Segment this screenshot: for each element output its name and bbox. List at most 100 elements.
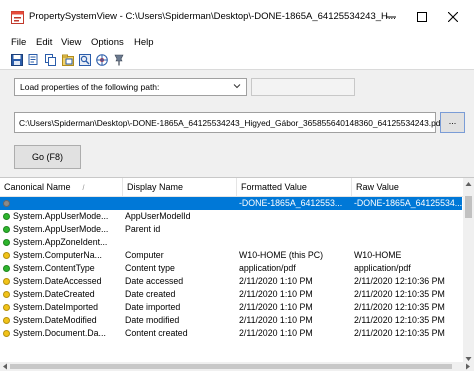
canonical-name-cell: System.ComputerNa... [13,250,102,260]
maximize-button[interactable] [406,5,438,29]
status-yellow-icon [3,304,10,311]
scroll-right-icon[interactable] [465,363,471,370]
display-name-cell: Content type [125,263,175,273]
raw-value-cell: 2/11/2020 12:10:35 PM [354,302,445,312]
title-bar[interactable]: PropertySystemView - C:\Users\Spiderman\… [0,0,474,34]
pin-icon[interactable] [113,54,125,66]
raw-value-cell: application/pdf [354,263,411,273]
properties-list[interactable]: Canonical Name / Display Name Formatted V… [0,177,474,371]
web-icon[interactable] [96,54,108,66]
column-header-label: Display Name [127,182,184,192]
table-row[interactable]: System.AppZoneIdent... [0,236,462,249]
column-header-label: Canonical Name [4,182,71,192]
formatted-value-cell: 2/11/2020 1:10 PM [239,328,313,338]
raw-value-cell: -DONE-1865A_64125534... [354,198,462,208]
formatted-value-cell [239,210,352,223]
menu-view[interactable]: View [61,37,81,48]
path-input-value: C:\Users\Spiderman\Desktop\-DONE-1865A_6… [19,118,443,128]
column-header-raw-value[interactable]: Raw Value [352,178,463,196]
formatted-value-cell: W10-HOME (this PC) [239,250,324,260]
table-row[interactable]: System.DateImported Date imported 2/11/202… [0,301,462,314]
save-icon[interactable] [11,54,23,66]
properties-icon[interactable] [62,54,74,66]
display-name-cell: AppUserModelId [125,211,191,221]
menu-options[interactable]: Options [91,37,124,48]
display-name-cell: Date modified [125,315,180,325]
canonical-name-cell: System.DateCreated [13,289,95,299]
table-row[interactable]: System.Document.Da... Content created 2/11… [0,327,462,340]
canonical-name-cell: System.DateImported [13,302,99,312]
status-yellow-icon [3,317,10,324]
menu-help[interactable]: Help [134,37,154,48]
status-yellow-icon [3,278,10,285]
table-row[interactable]: System.DateCreated Date created 2/11/2020 … [0,288,462,301]
minimize-button[interactable] [375,5,407,29]
menu-edit[interactable]: Edit [36,37,52,48]
horizontal-scrollbar[interactable] [0,362,474,371]
path-input[interactable]: C:\Users\Spiderman\Desktop\-DONE-1865A_6… [14,112,443,133]
column-header-display-name[interactable]: Display Name [123,178,237,196]
raw-value-cell [354,210,462,223]
list-header: Canonical Name / Display Name Formatted V… [0,178,474,197]
display-name-cell: Date imported [125,302,181,312]
formatted-value-cell: 2/11/2020 1:10 PM [239,302,313,312]
column-header-formatted-value[interactable]: Formatted Value [237,178,352,196]
copy-icon[interactable] [28,54,40,66]
display-name-cell: Computer [125,250,164,260]
table-row[interactable]: System.ComputerNa... Computer W10-HOME (th… [0,249,462,262]
close-button[interactable] [437,5,469,29]
status-green-icon [3,226,10,233]
table-row[interactable]: System.ContentType Content type applicatio… [0,262,462,275]
vertical-scrollbar[interactable] [463,178,474,371]
status-yellow-icon [3,330,10,337]
display-name-cell: Parent id [125,224,161,234]
maximize-icon [417,12,427,22]
secondary-select [251,78,355,96]
browse-button[interactable]: ... [440,112,465,133]
formatted-value-cell: 2/11/2020 1:10 PM [239,276,313,286]
status-green-icon [3,265,10,272]
close-icon [448,12,458,22]
scroll-up-icon[interactable] [465,181,472,187]
app-icon [11,11,24,24]
menu-bar: File Edit View Options Help [0,34,474,50]
table-row[interactable]: System.DateModified Date modified 2/11/202… [0,314,462,327]
column-header-label: Raw Value [356,182,399,192]
copy-all-icon[interactable] [45,54,57,66]
status-gray-icon [3,200,10,207]
canonical-name-cell: System.ContentType [13,263,95,273]
column-header-label: Formatted Value [241,182,307,192]
raw-value-cell: W10-HOME [354,250,402,260]
scroll-left-icon[interactable] [2,363,8,370]
display-name-cell [125,236,237,249]
horizontal-scroll-thumb[interactable] [10,364,452,369]
canonical-name-cell: System.AppZoneIdent... [13,237,108,247]
raw-value-cell: 2/11/2020 12:10:35 PM [354,315,445,325]
raw-value-cell [354,223,462,236]
display-name-cell: Date accessed [125,276,184,286]
table-row[interactable]: System.AppUserMode... Parent id [0,223,462,236]
status-green-icon [3,213,10,220]
formatted-value-cell: 2/11/2020 1:10 PM [239,289,313,299]
formatted-value-cell [239,236,352,249]
table-row[interactable]: System.AppUserMode... AppUserModelId [0,210,462,223]
load-mode-select[interactable]: Load properties of the following path: [14,78,247,96]
table-row[interactable]: -DONE-1865A_6412553... -DONE-1865A_641255… [0,197,462,210]
menu-file[interactable]: File [11,37,26,48]
chevron-down-icon [233,84,241,89]
formatted-value-cell: -DONE-1865A_6412553... [239,198,343,208]
table-row[interactable]: System.DateAccessed Date accessed 2/11/202… [0,275,462,288]
go-button[interactable]: Go (F8) [14,145,81,169]
canonical-name-cell: System.DateModified [13,315,97,325]
raw-value-cell: 2/11/2020 12:10:35 PM [354,289,445,299]
load-mode-value: Load properties of the following path: [20,82,160,92]
canonical-name-cell: System.Document.Da... [13,328,106,338]
status-yellow-icon [3,252,10,259]
display-name-cell: Content created [125,328,188,338]
raw-value-cell: 2/11/2020 12:10:35 PM [354,328,445,338]
vertical-scroll-thumb[interactable] [465,196,472,218]
status-yellow-icon [3,291,10,298]
find-icon[interactable] [79,54,91,66]
display-name-cell: Date created [125,289,176,299]
column-header-canonical-name[interactable]: Canonical Name / [0,178,123,196]
